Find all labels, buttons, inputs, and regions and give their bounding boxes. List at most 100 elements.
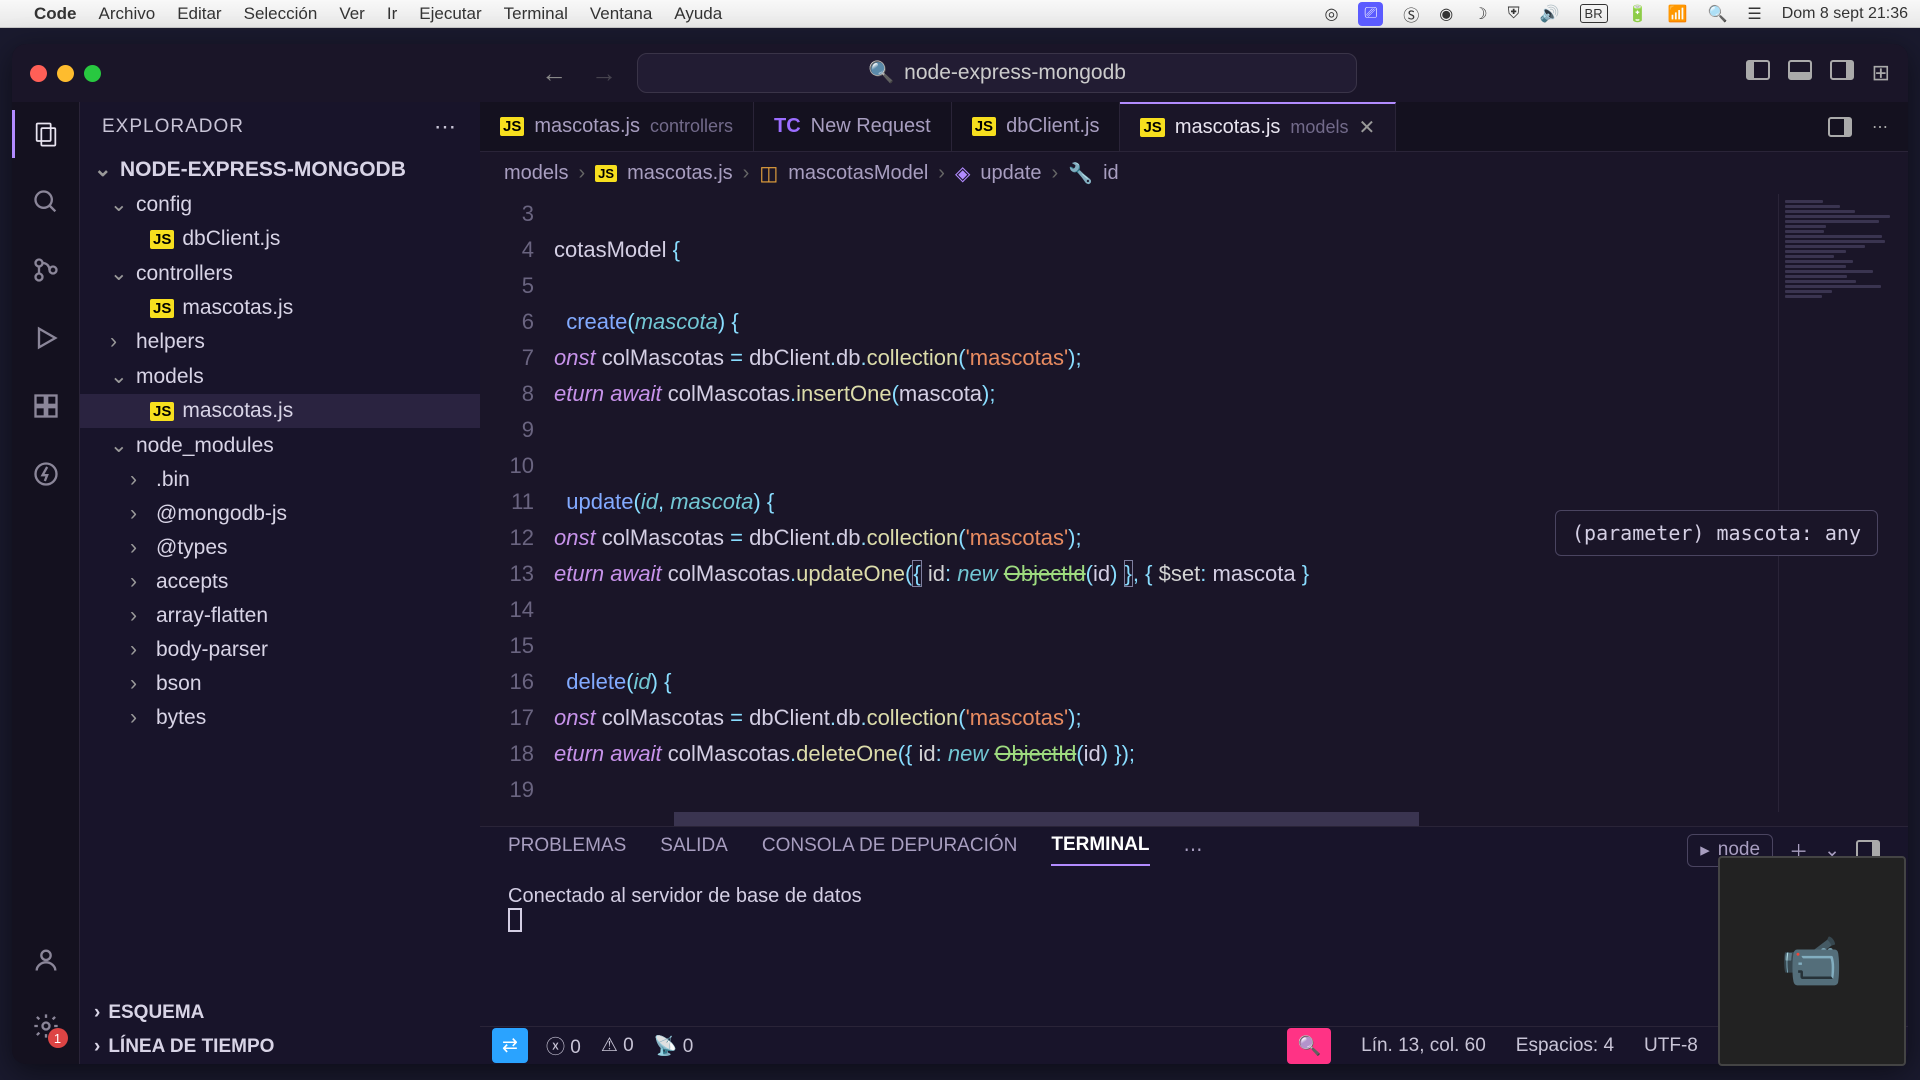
close-tab-icon[interactable]: ✕ [1358, 115, 1375, 140]
control-center-icon[interactable]: ☰ [1747, 4, 1761, 24]
remote-indicator[interactable]: ⇄ [492, 1028, 528, 1063]
minimap[interactable] [1778, 194, 1908, 812]
bc-segment[interactable]: update [980, 162, 1041, 185]
file-mascotas-ctrl[interactable]: JSmascotas.js [80, 291, 480, 325]
file-mascotas-model[interactable]: JSmascotas.js [80, 394, 480, 428]
explorer-icon[interactable] [28, 116, 64, 152]
search-placeholder: node-express-mongodb [904, 61, 1126, 85]
errors-count[interactable]: ⓧ 0 [546, 1032, 581, 1059]
minimize-window-button[interactable] [57, 65, 74, 82]
toggle-secondary-sidebar-icon[interactable] [1830, 60, 1854, 80]
split-editor-icon[interactable] [1828, 117, 1852, 137]
menu-window[interactable]: Ventana [590, 4, 652, 24]
panel-tab-debug-console[interactable]: CONSOLA DE DEPURACIÓN [762, 835, 1018, 865]
toggle-panel-icon[interactable] [1788, 60, 1812, 80]
panel-tab-output[interactable]: SALIDA [660, 835, 728, 865]
folder-models[interactable]: ⌄models [80, 359, 480, 394]
code-area[interactable]: cotasModel { create(mascota) {onst colMa… [554, 194, 1778, 812]
tab-new-request[interactable]: TCNew Request [754, 102, 952, 151]
settings-badge: 1 [48, 1028, 68, 1048]
outline-section[interactable]: ›ESQUEMA [80, 996, 480, 1030]
status-circle-icon[interactable]: ◉ [1439, 4, 1453, 24]
menu-file[interactable]: Archivo [99, 4, 156, 24]
bc-segment[interactable]: mascotas.js [627, 162, 733, 185]
nav-back-button[interactable]: ← [541, 58, 567, 89]
nav-forward-button[interactable]: → [591, 58, 617, 89]
source-control-icon[interactable] [28, 252, 64, 288]
nm-item[interactable]: ›@types [80, 531, 480, 565]
timeline-section[interactable]: ›LÍNEA DE TIEMPO [80, 1030, 480, 1064]
folder-node-modules[interactable]: ⌄node_modules [80, 428, 480, 463]
clock[interactable]: Dom 8 sept 21:36 [1782, 5, 1908, 23]
panel-tab-problems[interactable]: PROBLEMAS [508, 835, 626, 865]
encoding[interactable]: UTF-8 [1644, 1035, 1698, 1057]
volume-icon[interactable]: 🔊 [1540, 4, 1560, 24]
indentation[interactable]: Espacios: 4 [1516, 1035, 1614, 1057]
battery-icon[interactable]: 🔋 [1628, 4, 1648, 24]
nm-item[interactable]: ›bson [80, 667, 480, 701]
terminal-output[interactable]: Conectado al servidor de base de datos [480, 873, 1908, 1026]
search-icon[interactable]: 🔍 [1707, 4, 1727, 24]
sidebar-more-icon[interactable]: ⋯ [434, 114, 458, 140]
folder-helpers[interactable]: ›helpers [80, 325, 480, 359]
menu-view[interactable]: Ver [339, 4, 365, 24]
bc-segment[interactable]: id [1103, 162, 1119, 185]
nm-item[interactable]: ›bytes [80, 701, 480, 735]
wifi-icon[interactable]: 📶 [1668, 4, 1688, 24]
input-lang[interactable]: BR [1580, 4, 1608, 23]
tab-mascotas-models[interactable]: JSmascotas.jsmodels✕ [1120, 102, 1396, 151]
panel-tab-terminal[interactable]: TERMINAL [1051, 834, 1149, 866]
nm-item[interactable]: ›body-parser [80, 633, 480, 667]
panel-more-icon[interactable]: ⋯ [1184, 839, 1203, 862]
cursor-position[interactable]: Lín. 13, col. 60 [1361, 1035, 1486, 1057]
shield-icon[interactable]: ⛨ [1508, 5, 1520, 23]
status-search-icon[interactable]: 🔍 [1287, 1028, 1331, 1064]
horizontal-scrollbar[interactable] [554, 812, 1908, 826]
nm-item[interactable]: ›accepts [80, 565, 480, 599]
command-center[interactable]: 🔍 node-express-mongodb [637, 53, 1357, 93]
menu-help[interactable]: Ayuda [674, 4, 722, 24]
maximize-window-button[interactable] [84, 65, 101, 82]
file-tree: ⌄NODE-EXPRESS-MONGODB ⌄config JSdbClient… [80, 152, 480, 996]
folder-controllers[interactable]: ⌄controllers [80, 256, 480, 291]
file-dbclient[interactable]: JSdbClient.js [80, 222, 480, 256]
status-bar: ⇄ ⓧ 0 ⚠ 0 📡 0 🔍 Lín. 13, col. 60 Espacio… [480, 1026, 1908, 1064]
more-actions-icon[interactable]: ⋯ [1872, 117, 1888, 137]
run-debug-icon[interactable] [28, 320, 64, 356]
screen-mirror-icon[interactable]: ⎚ [1358, 2, 1383, 26]
toggle-sidebar-icon[interactable] [1746, 60, 1770, 80]
bc-segment[interactable]: models [504, 162, 568, 185]
nm-item[interactable]: ›.bin [80, 463, 480, 497]
warnings-count[interactable]: ⚠ 0 [601, 1034, 634, 1057]
status-s-icon[interactable]: Ⓢ [1403, 2, 1419, 26]
tab-mascotas-controllers[interactable]: JSmascotas.jscontrollers [480, 102, 754, 151]
ports-count[interactable]: 📡 0 [654, 1034, 694, 1058]
bc-segment[interactable]: mascotasModel [788, 162, 928, 185]
menu-selection[interactable]: Selección [244, 4, 318, 24]
menu-terminal[interactable]: Terminal [504, 4, 568, 24]
folder-config[interactable]: ⌄config [80, 187, 480, 222]
nm-item[interactable]: ›array-flatten [80, 599, 480, 633]
search-activity-icon[interactable] [28, 184, 64, 220]
tab-dbclient[interactable]: JSdbClient.js [952, 102, 1121, 151]
property-icon: 🔧 [1068, 161, 1093, 186]
project-root[interactable]: ⌄NODE-EXPRESS-MONGODB [80, 152, 480, 187]
close-window-button[interactable] [30, 65, 47, 82]
menu-go[interactable]: Ir [387, 4, 397, 24]
settings-icon[interactable]: 1 [28, 1008, 64, 1044]
editor[interactable]: 34567891011121314151617181920 cotasModel… [480, 194, 1908, 812]
nm-item[interactable]: ›@mongodb-js [80, 497, 480, 531]
account-icon[interactable] [28, 942, 64, 978]
breadcrumb[interactable]: models› JSmascotas.js› ◫mascotasModel› ◈… [480, 152, 1908, 194]
extensions-icon[interactable] [28, 388, 64, 424]
thunder-client-icon[interactable] [28, 456, 64, 492]
activity-bar: 1 [12, 102, 80, 1064]
customize-layout-icon[interactable]: ⊞ [1872, 60, 1890, 86]
menu-edit[interactable]: Editar [177, 4, 221, 24]
app-name[interactable]: Code [34, 4, 77, 24]
moon-icon[interactable]: ☽ [1473, 4, 1487, 24]
status-icon[interactable]: ◎ [1324, 4, 1338, 24]
js-icon: JS [972, 117, 996, 136]
macos-menubar: Code Archivo Editar Selección Ver Ir Eje… [0, 0, 1920, 28]
menu-run[interactable]: Ejecutar [419, 4, 481, 24]
